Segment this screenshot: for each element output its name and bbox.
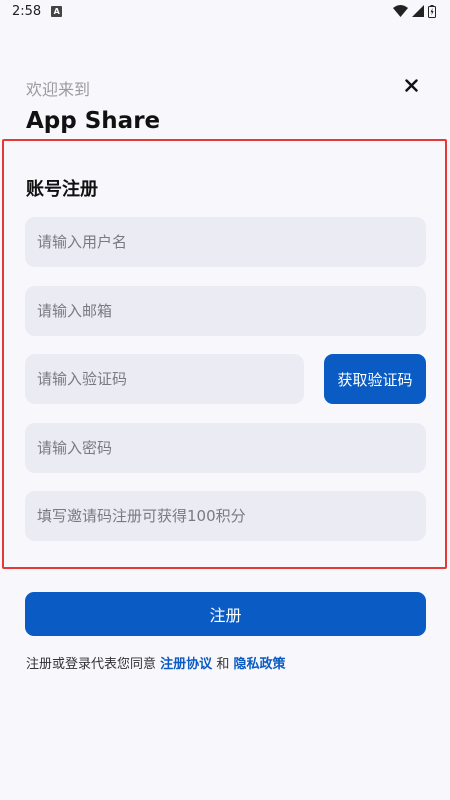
wifi-icon <box>393 5 408 17</box>
invite-code-field <box>25 491 426 541</box>
privacy-link[interactable]: 隐私政策 <box>233 657 285 672</box>
agreement-conjunction: 和 <box>216 657 230 672</box>
username-field <box>25 217 426 267</box>
status-icons <box>393 4 436 18</box>
email-input[interactable] <box>37 302 426 320</box>
username-input[interactable] <box>37 233 426 251</box>
signal-icon <box>412 5 424 17</box>
invite-code-input[interactable] <box>37 507 426 525</box>
app-title: App Share <box>26 108 161 134</box>
password-input[interactable] <box>37 439 426 457</box>
notification-icon: A <box>51 5 63 17</box>
close-icon <box>404 78 418 92</box>
email-field <box>25 286 426 336</box>
verification-code-input[interactable] <box>37 370 304 388</box>
status-time: 2:58 <box>12 3 42 19</box>
verification-code-field <box>25 354 304 404</box>
get-code-button[interactable]: 获取验证码 <box>324 354 426 404</box>
agreement-prefix: 注册或登录代表您同意 <box>26 657 157 672</box>
status-bar: 2:58 A <box>0 0 450 22</box>
agreement-text: 注册或登录代表您同意 注册协议 和 隐私政策 <box>26 653 285 672</box>
password-field <box>25 423 426 473</box>
terms-link[interactable]: 注册协议 <box>160 657 212 672</box>
register-button[interactable]: 注册 <box>25 592 426 636</box>
welcome-text: 欢迎来到 <box>26 80 91 99</box>
battery-icon <box>428 4 436 18</box>
form-title: 账号注册 <box>26 179 98 200</box>
close-button[interactable] <box>400 74 422 96</box>
